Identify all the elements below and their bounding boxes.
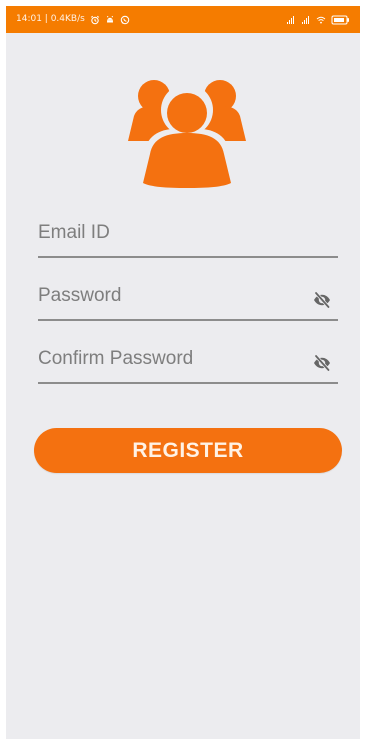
signal-icon <box>286 15 296 25</box>
signal-icon-secondary <box>301 15 311 25</box>
password-input[interactable] <box>38 279 293 313</box>
confirm-password-field <box>38 342 338 384</box>
status-time-speed: 14:01 | 0.4KB/s <box>16 14 85 24</box>
confirm-password-input[interactable] <box>38 342 293 376</box>
eye-off-icon <box>312 353 332 373</box>
wifi-icon <box>316 15 326 25</box>
eye-off-icon <box>312 290 332 310</box>
email-input[interactable] <box>38 216 293 250</box>
alarm-icon <box>90 15 100 25</box>
password-visibility-toggle[interactable] <box>311 289 333 311</box>
users-group-icon <box>125 75 249 188</box>
battery-icon <box>331 15 350 25</box>
confirm-password-visibility-toggle[interactable] <box>311 352 333 374</box>
status-bar: 14:01 | 0.4KB/s <box>6 6 360 33</box>
password-field <box>38 279 338 321</box>
status-right <box>286 15 350 25</box>
whatsapp-icon <box>120 15 130 25</box>
register-screen: 14:01 | 0.4KB/s Email ID REGISTER <box>0 0 365 745</box>
register-button[interactable]: REGISTER <box>34 428 342 473</box>
android-notification-icon <box>105 15 115 25</box>
status-left: 14:01 | 0.4KB/s <box>16 15 130 25</box>
email-field <box>38 216 338 258</box>
